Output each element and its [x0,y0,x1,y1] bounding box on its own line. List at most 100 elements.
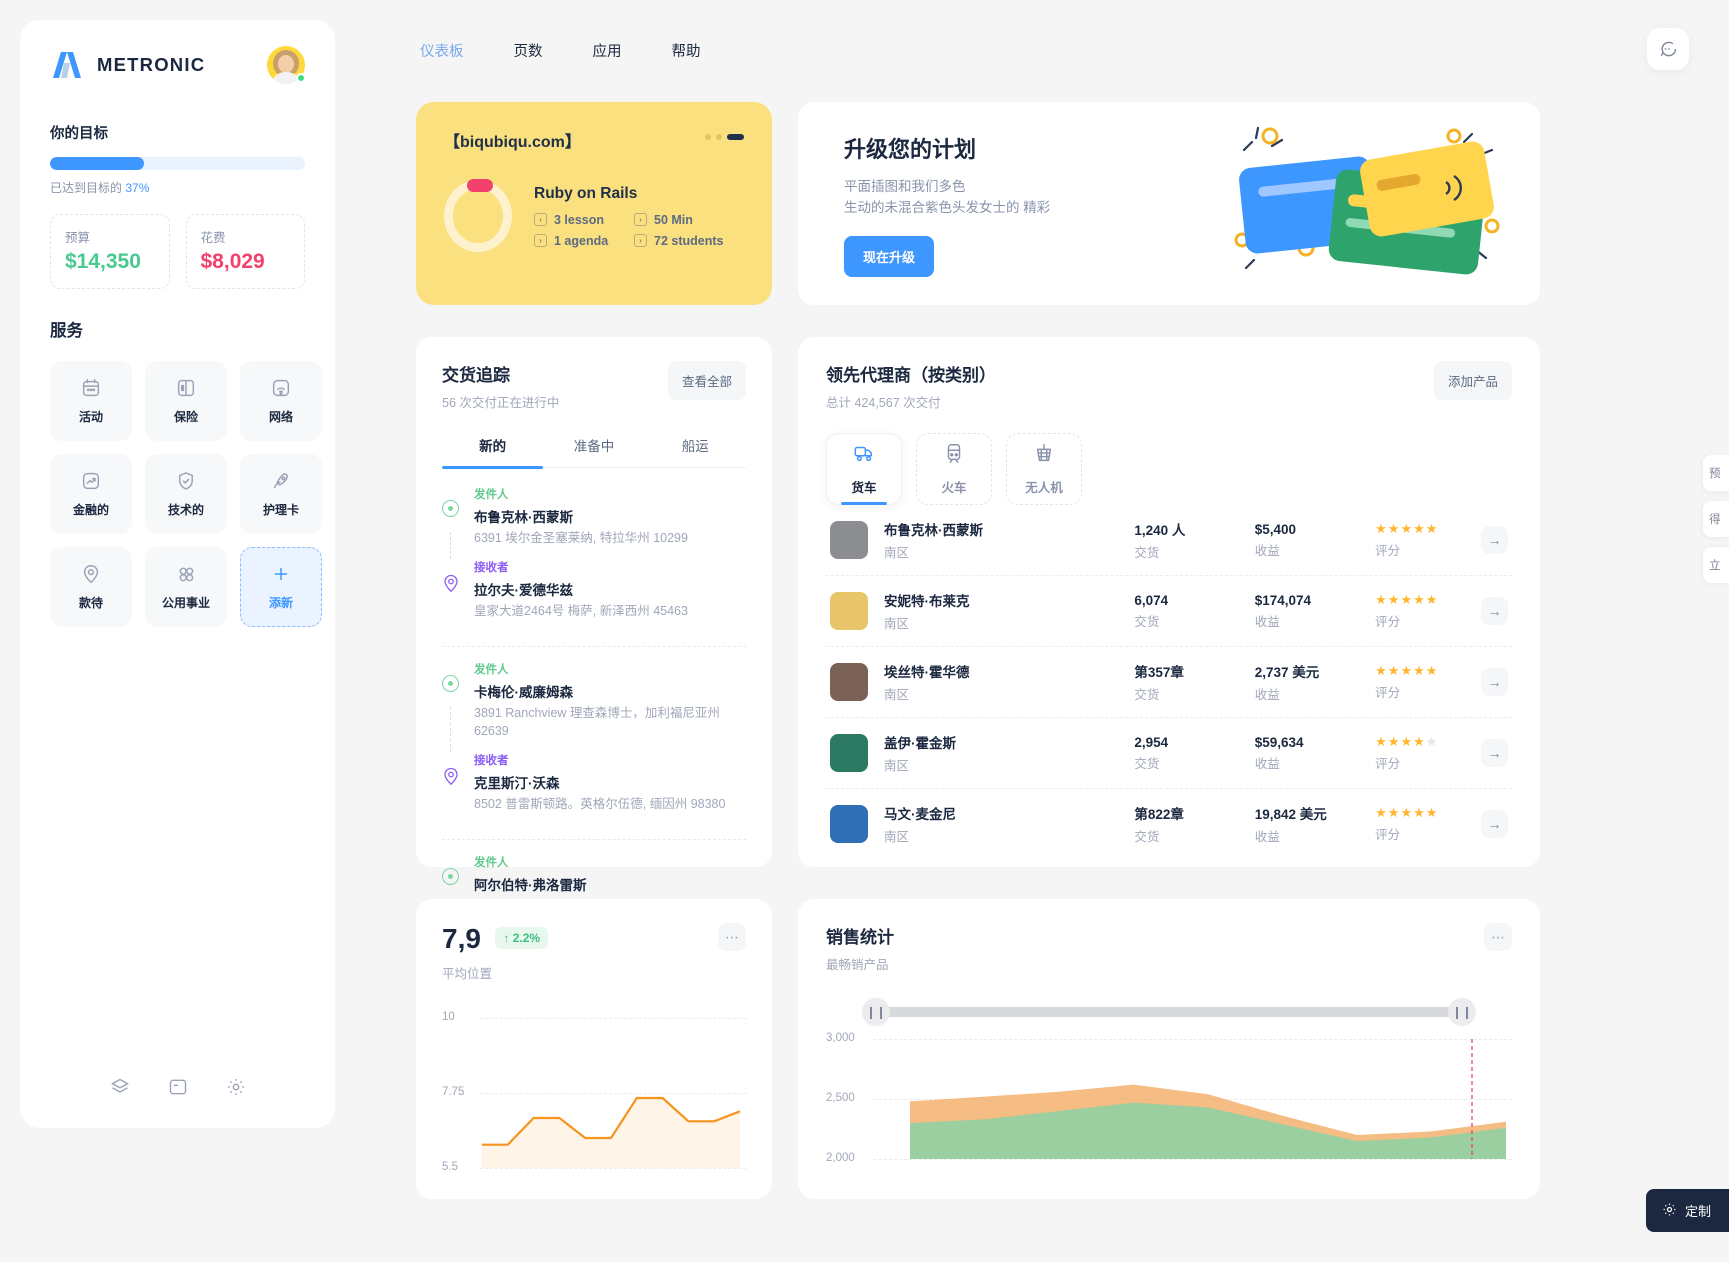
more-options-icon[interactable]: ⋯ [1484,923,1512,951]
dashboard-page: METRONIC 你的目标 已达到目标的 37% 预算 $14,350 花费 $… [0,0,1729,1262]
star-icon: ★ [1413,663,1425,678]
agent-row[interactable]: 安妮特·布莱克 南区 6,074 交货 $174,074 收益 ★ ★ ★ ★ ★ 评分 → [826,576,1512,647]
receiver-role-label: 接收者 [474,562,509,574]
customize-button[interactable]: 定制 [1645,1189,1729,1232]
delivery-tab-新的[interactable]: 新的 [442,435,544,469]
agent-rating-col: ★ ★ ★ ★ ★ 评分 [1375,663,1481,701]
nav-item-应用[interactable]: 应用 [587,36,628,65]
agent-detail-arrow-icon[interactable]: → [1481,810,1509,838]
service-tile-label: 技术的 [167,503,204,517]
service-tile-活动[interactable]: 活动 [50,361,132,441]
range-slider-track[interactable] [876,1007,1462,1017]
star-icon: ★ [1400,592,1413,607]
service-tile-添新[interactable]: 添新 [240,547,322,627]
nav-item-帮助[interactable]: 帮助 [666,36,707,65]
range-slider-handle-left[interactable]: ❙❙ [862,998,890,1026]
service-tile-款待[interactable]: 款待 [50,547,132,627]
sender-marker-icon [442,675,460,752]
sales-area-paths [910,1039,1506,1159]
service-tile-保险[interactable]: 保险 [145,361,227,441]
agent-row[interactable]: 布鲁克林·西蒙斯 南区 1,240 人交货 $5,400 收益 ★ ★ ★ ★ ★ 评分 → [826,505,1512,576]
agent-detail-arrow-icon[interactable]: → [1481,739,1509,767]
delivery-sender-item: 发件人 布鲁克林·西蒙斯 6391 埃尔金圣塞莱纳, 特拉华州 10299 [442,486,746,559]
agent-identity: 布鲁克林·西蒙斯 南区 [884,519,1134,561]
agent-revenue-value: $174,074 [1254,592,1312,608]
service-tile-网络[interactable]: 网络 [240,361,322,441]
delivery-tab-准备中[interactable]: 准备中 [543,435,644,467]
star-icon: ★ [1425,592,1438,607]
delivery-tab-船运[interactable]: 船运 [645,435,746,467]
agent-row[interactable]: 埃丝特·霍华德 南区 第357章 交货 2,737 美元 收益 ★ ★ ★ ★ ★ 评分 → [826,647,1512,718]
service-tile-技术的[interactable]: 技术的 [145,454,227,534]
upgrade-now-button[interactable]: 现在升级 [844,236,935,277]
brand[interactable]: METRONIC [50,50,205,80]
view-all-button[interactable]: 查看全部 [667,361,746,400]
nav-item-仪表板[interactable]: 仪表板 [414,36,470,65]
carousel-dot-active[interactable] [727,134,744,140]
sidebar-header: METRONIC [50,46,306,84]
transport-mode-货车[interactable]: 货车 [826,433,902,505]
chevron-right-icon: › [634,234,647,247]
course-meta-label: 50 Min [654,212,693,227]
agent-detail-arrow-icon[interactable]: → [1481,597,1509,625]
chat-icon[interactable] [1647,28,1689,70]
sender-name: 卡梅伦·威廉姆森 [474,685,573,700]
rail-item[interactable]: 得 [1703,501,1729,537]
right-rail: 预得立 [1703,455,1729,593]
star-icon: ★ [1400,521,1413,536]
star-icon: ★ [1387,734,1400,749]
agent-delivery-col: 6,074 交货 [1134,593,1254,630]
agent-revenue-value: 2,737 美元 [1254,665,1320,680]
gear-icon[interactable] [226,1077,246,1102]
upgrade-card: 升级您的计划 平面插图和我们多色 生动的未混合紫色头发女士的 精彩 现在升级 [798,102,1540,305]
agent-name: 布鲁克林·西蒙斯 [884,523,983,538]
carousel-dot[interactable] [716,134,722,140]
position-line-chart: 10 7.75 5.5 [442,1011,746,1173]
agent-delivery-col: 第357章 交货 [1134,661,1254,703]
agent-name: 盖伊·霍金斯 [884,736,956,751]
grid-dots-icon [175,563,197,585]
service-tile-label: 护理卡 [262,503,299,517]
add-product-button[interactable]: 添加产品 [1433,361,1512,400]
agent-revenue-value: 19,842 美元 [1254,807,1327,822]
transport-mode-无人机[interactable]: 无人机 [1006,433,1082,505]
note-icon[interactable] [168,1077,188,1102]
agent-rating-caption: 评分 [1375,615,1401,629]
service-tile-公用事业[interactable]: 公用事业 [145,547,227,627]
transport-mode-火车[interactable]: 火车 [916,433,992,505]
carousel-dot[interactable] [705,134,711,140]
agent-revenue-col: $5,400 收益 [1255,522,1375,559]
star-icon: ★ [1375,734,1387,749]
star-icon: ★ [1400,734,1413,749]
agent-rating-caption: 评分 [1375,828,1401,842]
agent-row[interactable]: 盖伊·霍金斯 南区 2,954 交货 $59,634 收益 ★ ★ ★ ★ ★ 评分 → [826,718,1512,789]
shield-check-icon [175,470,197,492]
range-slider-handle-right[interactable]: ❙❙ [1448,998,1476,1026]
agents-table: 布鲁克林·西蒙斯 南区 1,240 人交货 $5,400 收益 ★ ★ ★ ★ ★ 评分 → 安妮特·布… [826,505,1512,859]
receiver-name: 克里斯汀·沃森 [474,776,560,791]
rail-item[interactable]: 预 [1703,455,1729,491]
position-value: 7,9 [442,923,481,954]
more-options-icon[interactable]: ⋯ [718,923,746,951]
rail-item[interactable]: 立 [1703,547,1729,583]
layers-icon[interactable] [110,1077,130,1102]
agent-row[interactable]: 马文·麦金尼 南区 第822章 交货 19,842 美元 收益 ★ ★ ★ ★ ★ 评分 → [826,789,1512,859]
star-icon: ★ [1387,521,1400,536]
service-tile-label: 网络 [268,410,293,424]
brand-name: METRONIC [97,54,206,75]
receiver-marker-icon [442,766,460,813]
service-tile-护理卡[interactable]: 护理卡 [240,454,322,534]
avatar[interactable] [267,46,306,84]
agent-detail-arrow-icon[interactable]: → [1481,668,1509,696]
nav-item-页数[interactable]: 页数 [508,36,549,65]
sender-marker-icon [442,868,460,894]
star-icon: ★ [1400,805,1413,820]
transport-mode-label: 货车 [851,481,877,495]
star-icon: ★ [1413,805,1425,820]
sender-details: 发件人 阿尔伯特·弗洛雷斯 [474,854,587,894]
range-slider[interactable]: ❙❙ ❙❙ [862,998,1476,1026]
carousel-dots[interactable] [705,134,744,140]
star-icon: ★ [1413,734,1425,749]
agent-detail-arrow-icon[interactable]: → [1481,526,1509,554]
service-tile-金融的[interactable]: 金融的 [50,454,132,534]
